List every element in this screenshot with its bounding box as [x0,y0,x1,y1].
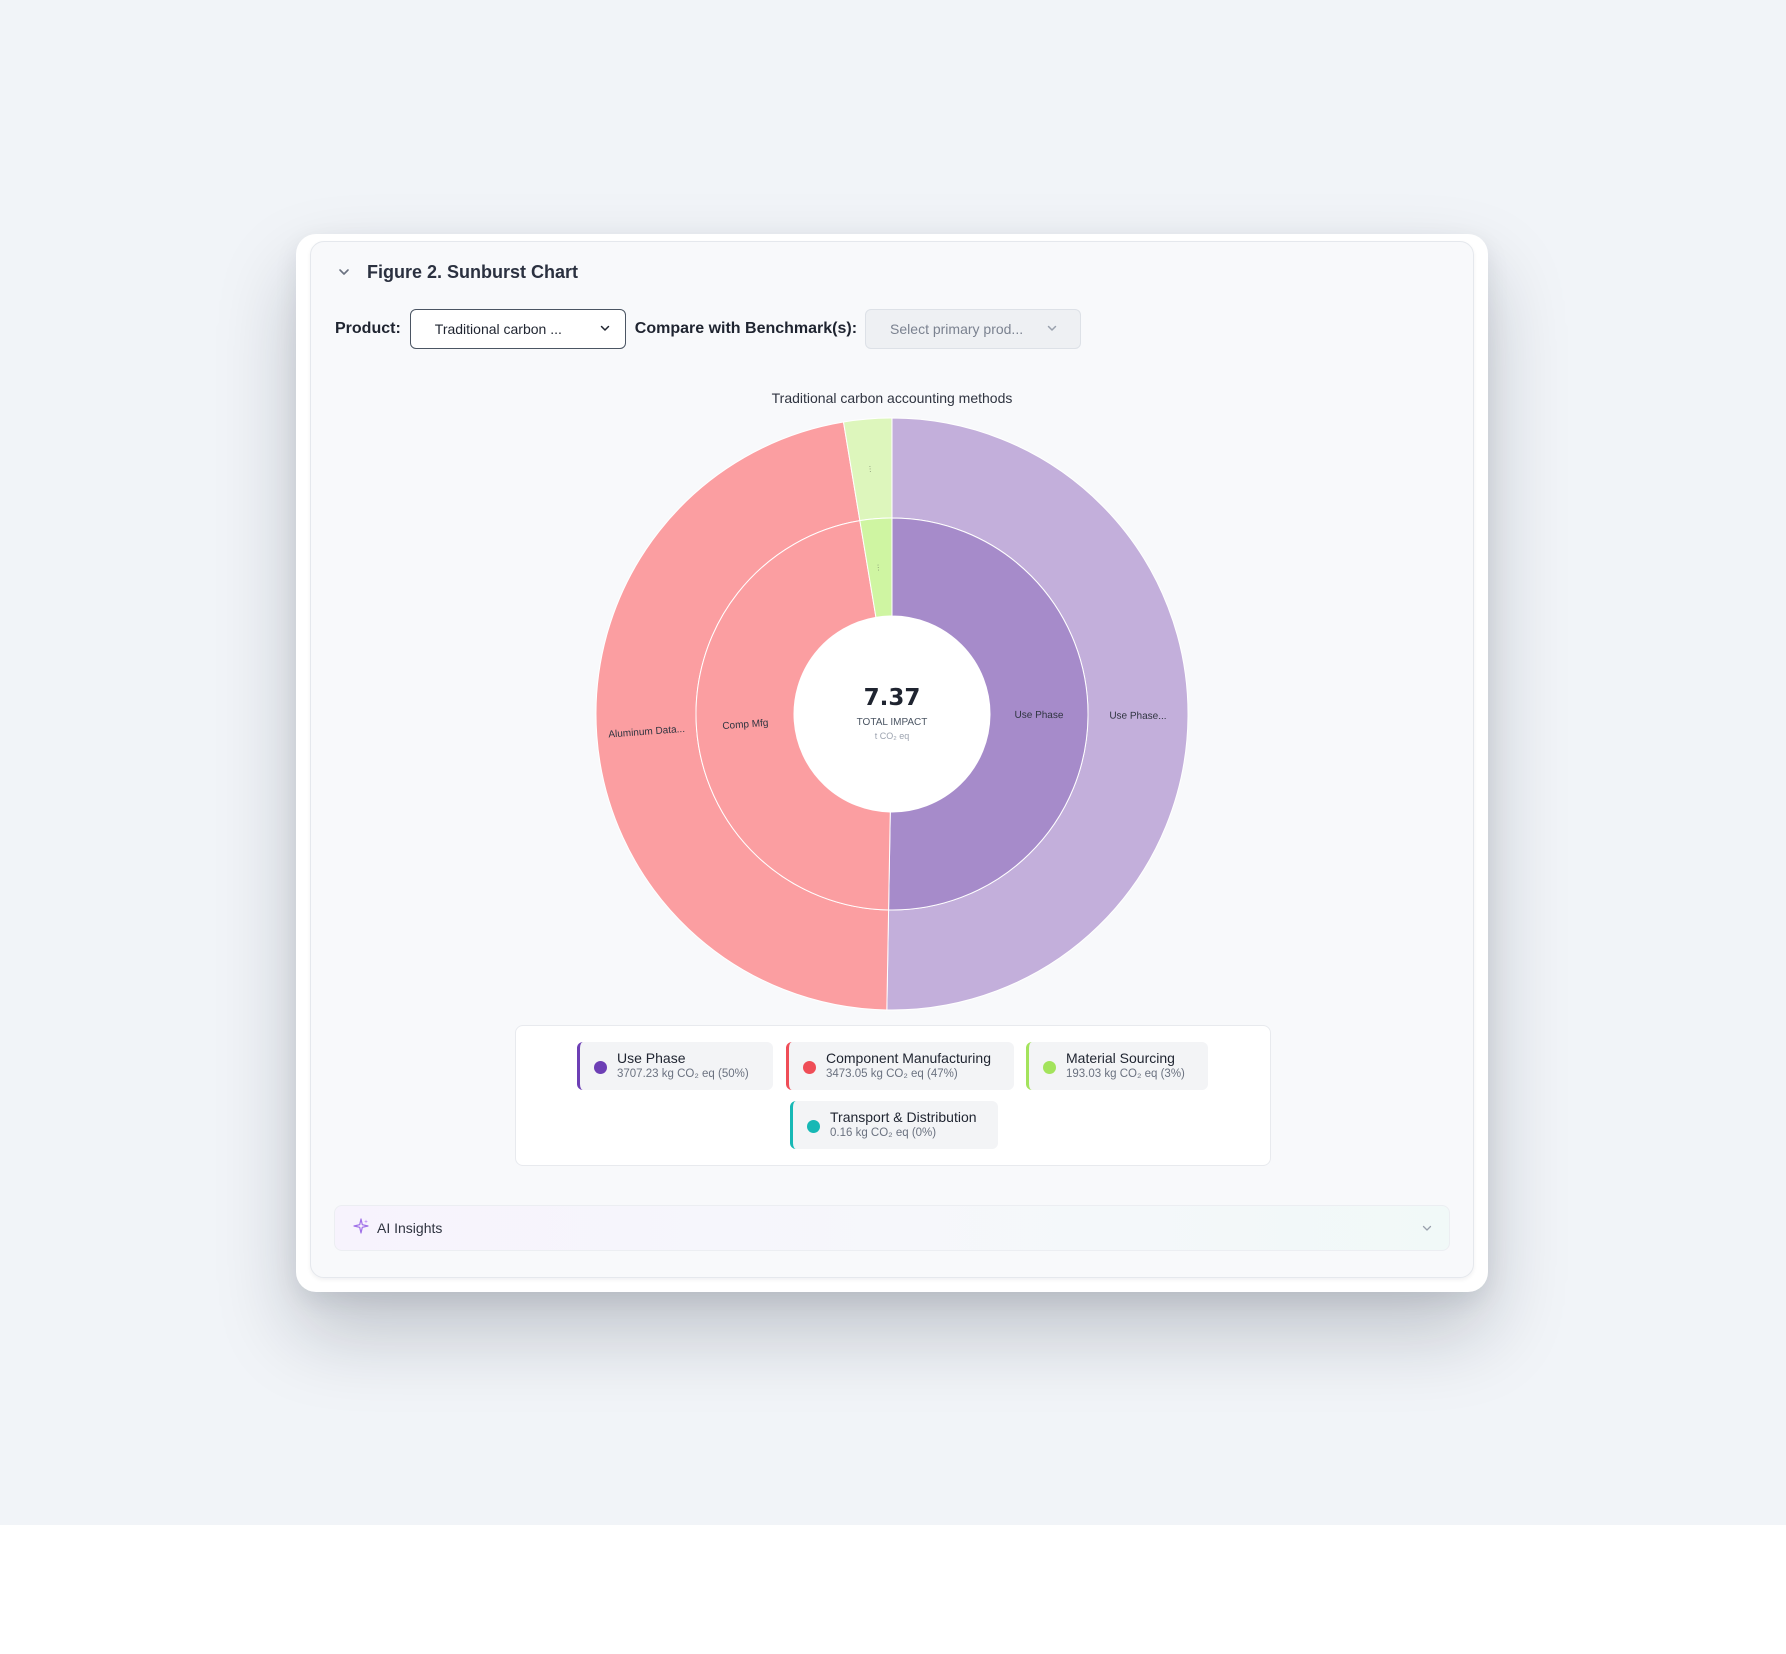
ai-insights-label: AI Insights [377,1220,443,1236]
legend-dot [594,1060,607,1074]
chevron-down-icon[interactable] [1421,1221,1433,1239]
legend-dot [803,1060,816,1074]
chevron-down-icon [1046,321,1058,337]
inner-segment-label: Use Phase [1014,710,1063,721]
benchmark-select[interactable]: Select primary prod... [865,309,1082,349]
chart-title: Traditional carbon accounting methods [771,390,1013,406]
product-select-value: Traditional carbon ... [434,321,562,337]
legend-value: 3707.23 kg CO₂ eq (50%) [617,1068,749,1080]
sunburst-chart: Use PhaseComp Mfg…Use Phase...Aluminum D… [595,417,1189,1011]
chart-controls: Product: Traditional carbon ... Compare … [335,309,1082,349]
legend-value: 3473.05 kg CO₂ eq (47%) [826,1068,958,1080]
chevron-down-icon [599,321,611,337]
legend-name: Component Manufacturing [826,1050,991,1066]
legend-name: Use Phase [617,1050,686,1066]
product-label: Product: [335,320,401,337]
sparkle-icon [353,1217,369,1239]
legend-name: Transport & Distribution [830,1109,977,1125]
center-hole [794,616,990,812]
figure-title: Figure 2. Sunburst Chart [367,261,579,282]
legend: Use Phase 3707.23 kg CO₂ eq (50%) Compon… [515,1025,1271,1166]
legend-value: 0.16 kg CO₂ eq (0%) [830,1127,937,1139]
legend-dot [807,1119,820,1133]
inner-segment-label: … [875,563,885,572]
legend-item-transport-distribution[interactable]: Transport & Distribution 0.16 kg CO₂ eq … [790,1101,998,1149]
center-label: TOTAL IMPACT [857,717,928,728]
center-value: 7.37 [864,685,921,711]
chevron-down-icon[interactable] [335,263,353,281]
legend-value: 193.03 kg CO₂ eq (3%) [1066,1068,1185,1080]
benchmark-select-placeholder: Select primary prod... [890,321,1024,337]
ai-insights-panel[interactable]: AI Insights [334,1205,1450,1251]
outer-segment-label: … [867,464,877,473]
product-select[interactable]: Traditional carbon ... [409,309,626,349]
legend-item-use-phase[interactable]: Use Phase 3707.23 kg CO₂ eq (50%) [577,1042,773,1090]
legend-dot [1043,1060,1056,1074]
figure-header[interactable]: Figure 2. Sunburst Chart [335,259,578,285]
benchmark-label: Compare with Benchmark(s): [634,320,858,337]
legend-item-component-manufacturing[interactable]: Component Manufacturing 3473.05 kg CO₂ e… [786,1042,1014,1090]
center-unit: t CO₂ eq [875,731,910,741]
legend-name: Material Sourcing [1066,1050,1175,1066]
outer-segment-label: Use Phase... [1109,711,1166,722]
legend-item-material-sourcing[interactable]: Material Sourcing 193.03 kg CO₂ eq (3%) [1026,1042,1208,1090]
